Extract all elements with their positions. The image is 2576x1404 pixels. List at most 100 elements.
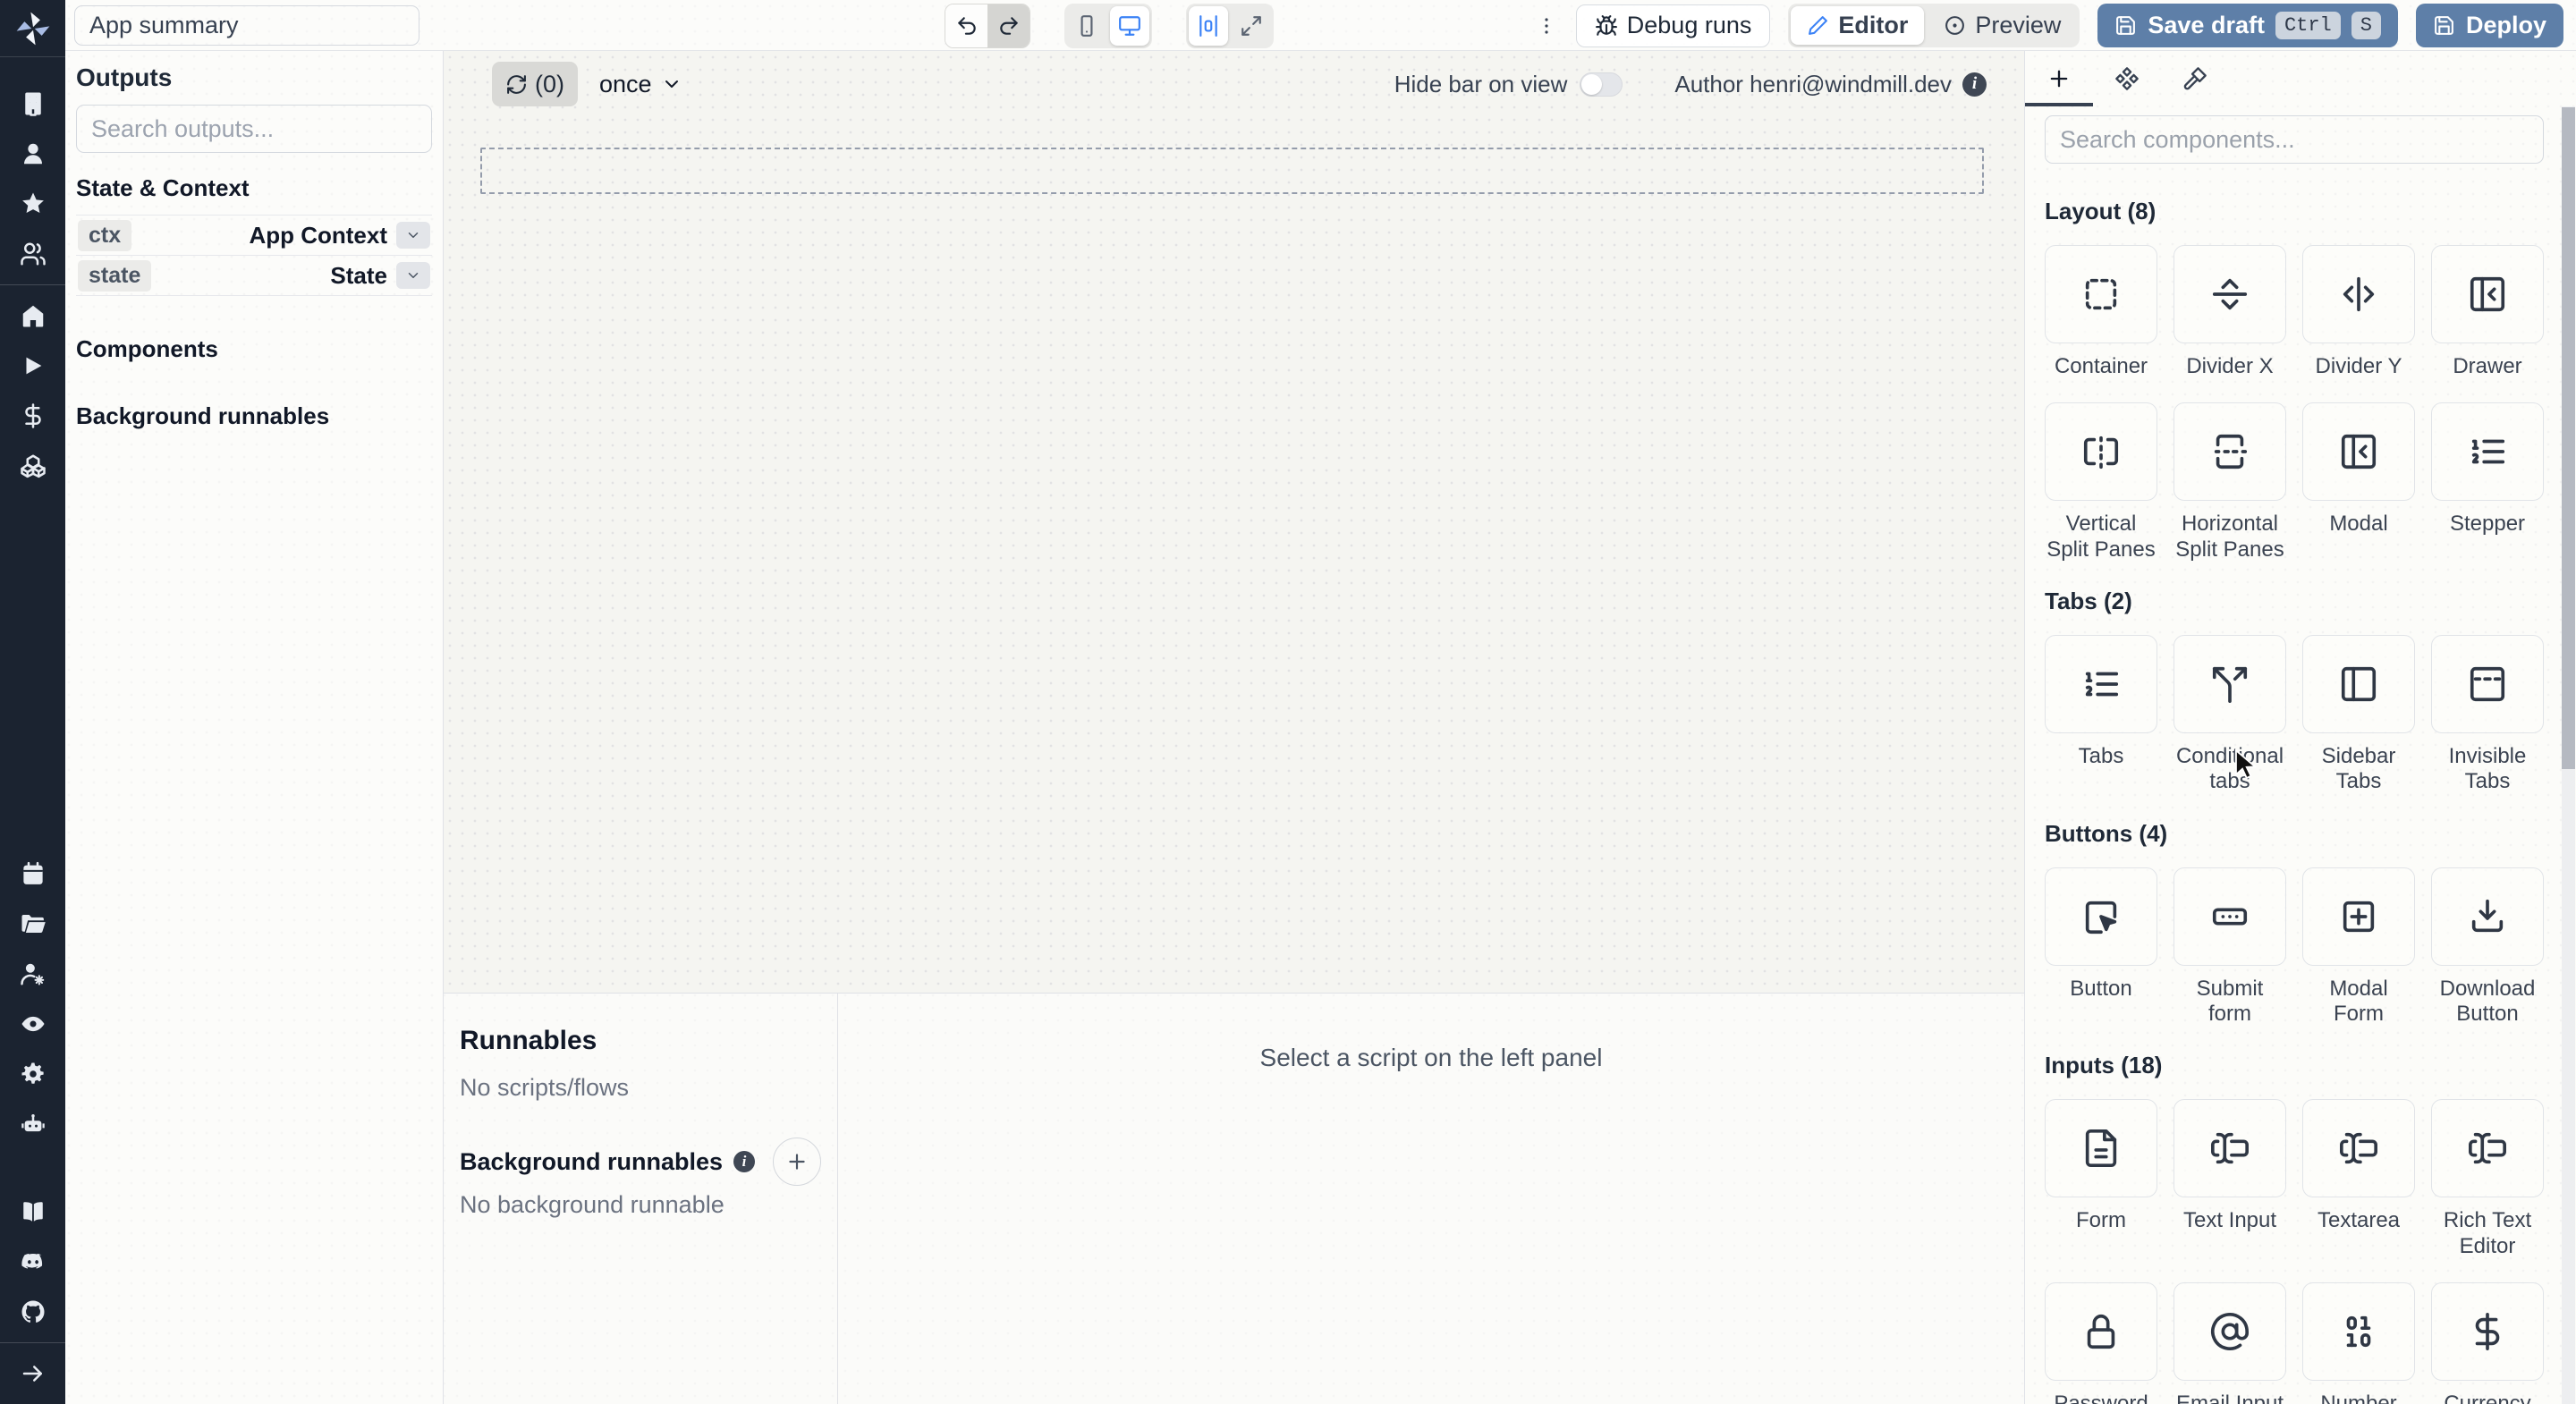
component-card-textarea[interactable]: Textarea <box>2302 1099 2415 1259</box>
refresh-button[interactable]: (0) <box>492 62 578 106</box>
component-card-box[interactable] <box>2431 402 2544 502</box>
state-row[interactable]: state State <box>76 256 432 296</box>
component-card-password[interactable]: Password <box>2045 1281 2157 1404</box>
undo-button[interactable] <box>945 4 987 47</box>
component-card-box[interactable] <box>2174 1099 2286 1198</box>
editor-tab[interactable]: Editor <box>1791 6 1925 45</box>
sidebar-item-github[interactable] <box>0 1287 65 1337</box>
component-card-divider-y[interactable]: Divider Y <box>2302 245 2415 379</box>
desktop-view-button[interactable] <box>1110 6 1149 46</box>
boxes-icon <box>20 452 47 479</box>
component-card-box[interactable] <box>2045 245 2157 343</box>
component-card-sidebar-tabs[interactable]: Sidebar Tabs <box>2302 634 2415 795</box>
component-card-horizontal-split-panes[interactable]: Horizontal Split Panes <box>2174 402 2286 562</box>
component-card-box[interactable] <box>2045 867 2157 966</box>
sidebar-item-variables[interactable] <box>0 391 65 441</box>
sidebar-item-discord[interactable] <box>0 1237 65 1287</box>
component-card-form[interactable]: Form <box>2045 1099 2157 1259</box>
component-card-box[interactable] <box>2174 1281 2286 1381</box>
more-menu-button[interactable] <box>1535 4 1558 47</box>
empty-component-placeholder[interactable] <box>480 148 1984 194</box>
component-card-number[interactable]: Number <box>2302 1281 2415 1404</box>
component-card-box[interactable] <box>2431 867 2544 966</box>
add-background-runnable-button[interactable] <box>773 1138 821 1186</box>
sidebar-item-settings[interactable] <box>0 1049 65 1099</box>
deploy-button[interactable]: Deploy <box>2415 4 2563 47</box>
component-card-stepper[interactable]: Stepper <box>2431 402 2544 562</box>
save-draft-button[interactable]: Save draft Ctrl S <box>2097 4 2398 47</box>
component-card-tabs[interactable]: Tabs <box>2045 634 2157 795</box>
background-info-icon[interactable]: i <box>733 1151 756 1172</box>
component-card-modal-form[interactable]: Modal Form <box>2302 867 2415 1028</box>
component-card-modal[interactable]: Modal <box>2302 402 2415 562</box>
center-layout-button[interactable] <box>1189 6 1228 46</box>
author-info-icon[interactable]: i <box>1962 72 1987 97</box>
component-card-box[interactable] <box>2045 1281 2157 1381</box>
interval-select[interactable]: once <box>599 71 682 98</box>
component-card-box[interactable] <box>2045 1099 2157 1198</box>
component-card-vertical-split-panes[interactable]: Vertical Split Panes <box>2045 402 2157 562</box>
component-card-box[interactable] <box>2045 402 2157 502</box>
component-card-box[interactable] <box>2174 245 2286 343</box>
component-card-box[interactable] <box>2174 634 2286 733</box>
sidebar-item-workspace[interactable] <box>0 79 65 129</box>
component-card-box[interactable] <box>2431 245 2544 343</box>
component-card-button[interactable]: Button <box>2045 867 2157 1028</box>
app-summary-input[interactable] <box>74 5 419 46</box>
component-card-box[interactable] <box>2302 1281 2415 1381</box>
component-card-text-input[interactable]: Text Input <box>2174 1099 2286 1259</box>
panel-tab-component-tree[interactable] <box>2093 51 2161 106</box>
component-card-container[interactable]: Container <box>2045 245 2157 379</box>
component-card-box[interactable] <box>2174 402 2286 502</box>
component-card-conditional-tabs[interactable]: Conditional tabs <box>2174 634 2286 795</box>
sidebar-item-folders[interactable] <box>0 899 65 949</box>
component-card-box[interactable] <box>2045 634 2157 733</box>
search-components-input[interactable] <box>2045 115 2544 164</box>
component-card-invisible-tabs[interactable]: Invisible Tabs <box>2431 634 2544 795</box>
sidebar-item-user[interactable] <box>0 129 65 179</box>
app-canvas[interactable]: (0) once Hide bar on view Author henri@w… <box>444 51 2024 993</box>
debug-runs-button[interactable]: Debug runs <box>1575 4 1771 47</box>
preview-tab[interactable]: Preview <box>1928 6 2077 45</box>
component-card-submit-form[interactable]: Submit form <box>2174 867 2286 1028</box>
component-card-box[interactable] <box>2302 867 2415 966</box>
sidebar-item-assistant[interactable] <box>0 1099 65 1149</box>
redo-button[interactable] <box>987 4 1030 47</box>
component-card-drawer[interactable]: Drawer <box>2431 245 2544 379</box>
component-card-box[interactable] <box>2302 245 2415 343</box>
mobile-view-button[interactable] <box>1067 6 1106 46</box>
panel-tab-add-component[interactable] <box>2025 51 2093 106</box>
panel-tab-global-styles[interactable] <box>2161 51 2229 106</box>
windmill-logo[interactable] <box>0 0 65 57</box>
component-card-box[interactable] <box>2302 1099 2415 1198</box>
component-card-email-input[interactable]: Email Input <box>2174 1281 2286 1404</box>
sidebar-item-runs[interactable] <box>0 341 65 391</box>
sidebar-item-expand-sidebar[interactable] <box>0 1349 65 1399</box>
component-card-box[interactable] <box>2174 867 2286 966</box>
component-card-divider-x[interactable]: Divider X <box>2174 245 2286 379</box>
component-card-box[interactable] <box>2431 1281 2544 1381</box>
hide-bar-toggle[interactable] <box>1580 72 1623 97</box>
sidebar-item-groups[interactable] <box>0 229 65 279</box>
fullwidth-layout-button[interactable] <box>1232 6 1271 46</box>
ctx-row[interactable]: ctx App Context <box>76 216 432 256</box>
sidebar-item-resources[interactable] <box>0 441 65 491</box>
component-card-box[interactable] <box>2431 1099 2544 1198</box>
component-card-box[interactable] <box>2302 402 2415 502</box>
component-card-box[interactable] <box>2431 634 2544 733</box>
arrow-right-icon <box>20 1360 47 1387</box>
sidebar-item-schedules[interactable] <box>0 849 65 899</box>
component-card-download-button[interactable]: Download Button <box>2431 867 2544 1028</box>
sidebar-item-docs[interactable] <box>0 1187 65 1237</box>
state-expand-button[interactable] <box>396 262 430 289</box>
component-card-currency[interactable]: Currency <box>2431 1281 2544 1404</box>
component-card-box[interactable] <box>2302 634 2415 733</box>
sidebar-item-home[interactable] <box>0 291 65 341</box>
panel-scrollbar-thumb[interactable] <box>2562 107 2575 769</box>
component-card-rich-text-editor[interactable]: Rich Text Editor <box>2431 1099 2544 1259</box>
sidebar-item-audit-logs[interactable] <box>0 999 65 1049</box>
sidebar-item-workers[interactable] <box>0 949 65 999</box>
sidebar-item-favorites[interactable] <box>0 179 65 229</box>
ctx-expand-button[interactable] <box>396 222 430 249</box>
search-outputs-input[interactable] <box>76 105 432 153</box>
